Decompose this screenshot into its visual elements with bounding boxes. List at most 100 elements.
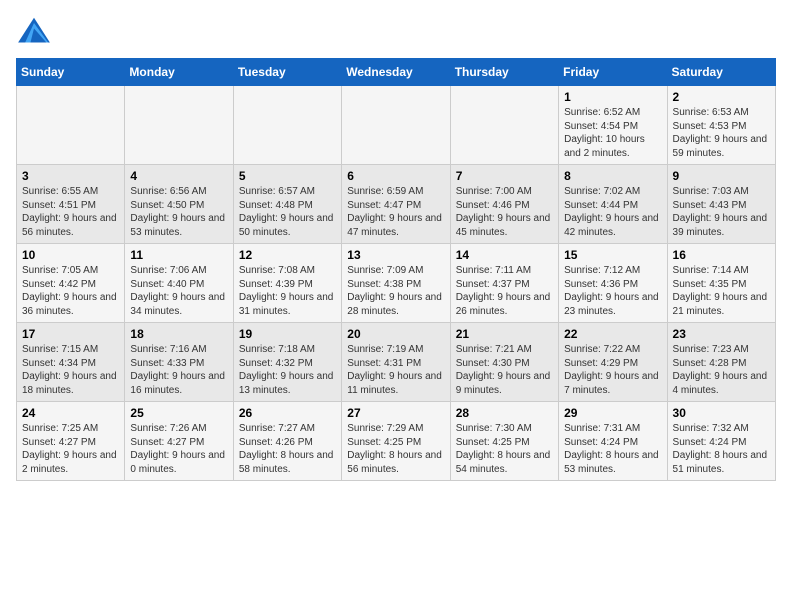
day-number: 16 [673, 248, 770, 262]
day-info: Sunrise: 7:11 AM Sunset: 4:37 PM Dayligh… [456, 264, 553, 318]
day-number: 21 [456, 327, 553, 341]
day-info: Sunrise: 7:09 AM Sunset: 4:38 PM Dayligh… [347, 264, 444, 318]
day-info: Sunrise: 6:56 AM Sunset: 4:50 PM Dayligh… [130, 185, 227, 239]
calendar-cell: 3 Sunrise: 6:55 AM Sunset: 4:51 PM Daylig… [17, 165, 125, 244]
day-number: 8 [564, 169, 661, 183]
day-number: 19 [239, 327, 336, 341]
day-info: Sunrise: 7:29 AM Sunset: 4:25 PM Dayligh… [347, 422, 444, 476]
day-number: 30 [673, 406, 770, 420]
calendar-cell: 26 Sunrise: 7:27 AM Sunset: 4:26 PM Dayli… [233, 402, 341, 481]
day-info: Sunrise: 7:23 AM Sunset: 4:28 PM Dayligh… [673, 343, 770, 397]
calendar-cell: 16Sunrise: 7:14 AM Sunset: 4:35 PM Dayli… [667, 244, 775, 323]
day-number: 23 [673, 327, 770, 341]
day-info: Sunrise: 6:53 AM Sunset: 4:53 PM Dayligh… [673, 106, 770, 160]
day-info: Sunrise: 7:21 AM Sunset: 4:30 PM Dayligh… [456, 343, 553, 397]
calendar-cell: 5 Sunrise: 6:57 AM Sunset: 4:48 PM Daylig… [233, 165, 341, 244]
calendar-cell: 18Sunrise: 7:16 AM Sunset: 4:33 PM Dayli… [125, 323, 233, 402]
day-info: Sunrise: 6:55 AM Sunset: 4:51 PM Dayligh… [22, 185, 119, 239]
calendar-cell: 20 Sunrise: 7:19 AM Sunset: 4:31 PM Dayli… [342, 323, 450, 402]
day-info: Sunrise: 7:32 AM Sunset: 4:24 PM Dayligh… [673, 422, 770, 476]
header-wednesday: Wednesday [342, 59, 450, 86]
calendar-cell: 13 Sunrise: 7:09 AM Sunset: 4:38 PM Dayli… [342, 244, 450, 323]
day-number: 10 [22, 248, 119, 262]
calendar-cell: 7 Sunrise: 7:00 AM Sunset: 4:46 PM Daylig… [450, 165, 558, 244]
calendar-cell: 21 Sunrise: 7:21 AM Sunset: 4:30 PM Dayli… [450, 323, 558, 402]
day-number: 27 [347, 406, 444, 420]
calendar-cell: 4 Sunrise: 6:56 AM Sunset: 4:50 PM Daylig… [125, 165, 233, 244]
calendar-cell: 12Sunrise: 7:08 AM Sunset: 4:39 PM Dayli… [233, 244, 341, 323]
calendar-cell: 28 Sunrise: 7:30 AM Sunset: 4:25 PM Dayli… [450, 402, 558, 481]
day-number: 18 [130, 327, 227, 341]
day-number: 5 [239, 169, 336, 183]
header-thursday: Thursday [450, 59, 558, 86]
logo [16, 16, 56, 46]
day-number: 20 [347, 327, 444, 341]
day-number: 15 [564, 248, 661, 262]
day-number: 3 [22, 169, 119, 183]
calendar-cell: 11Sunrise: 7:06 AM Sunset: 4:40 PM Dayli… [125, 244, 233, 323]
day-number: 29 [564, 406, 661, 420]
header-friday: Friday [559, 59, 667, 86]
day-info: Sunrise: 7:12 AM Sunset: 4:36 PM Dayligh… [564, 264, 661, 318]
calendar-week-4: 17 Sunrise: 7:15 AM Sunset: 4:34 PM Dayli… [17, 323, 776, 402]
day-number: 26 [239, 406, 336, 420]
day-info: Sunrise: 7:08 AM Sunset: 4:39 PM Dayligh… [239, 264, 336, 318]
day-info: Sunrise: 6:52 AM Sunset: 4:54 PM Dayligh… [564, 106, 661, 160]
calendar-cell: 19 Sunrise: 7:18 AM Sunset: 4:32 PM Dayli… [233, 323, 341, 402]
header-sunday: Sunday [17, 59, 125, 86]
calendar-cell [233, 86, 341, 165]
calendar-header-row: SundayMondayTuesdayWednesdayThursdayFrid… [17, 59, 776, 86]
calendar-table: SundayMondayTuesdayWednesdayThursdayFrid… [16, 58, 776, 481]
header-saturday: Saturday [667, 59, 775, 86]
day-info: Sunrise: 7:30 AM Sunset: 4:25 PM Dayligh… [456, 422, 553, 476]
day-number: 14 [456, 248, 553, 262]
day-info: Sunrise: 7:05 AM Sunset: 4:42 PM Dayligh… [22, 264, 119, 318]
calendar-cell: 10 Sunrise: 7:05 AM Sunset: 4:42 PM Dayli… [17, 244, 125, 323]
calendar-cell: 29 Sunrise: 7:31 AM Sunset: 4:24 PM Dayli… [559, 402, 667, 481]
day-info: Sunrise: 7:22 AM Sunset: 4:29 PM Dayligh… [564, 343, 661, 397]
day-number: 1 [564, 90, 661, 104]
calendar-cell: 6 Sunrise: 6:59 AM Sunset: 4:47 PM Daylig… [342, 165, 450, 244]
calendar-cell [125, 86, 233, 165]
calendar-cell: 1 Sunrise: 6:52 AM Sunset: 4:54 PM Daylig… [559, 86, 667, 165]
calendar-cell [17, 86, 125, 165]
day-number: 4 [130, 169, 227, 183]
day-number: 25 [130, 406, 227, 420]
calendar-cell: 9 Sunrise: 7:03 AM Sunset: 4:43 PM Daylig… [667, 165, 775, 244]
calendar-cell [342, 86, 450, 165]
day-info: Sunrise: 7:15 AM Sunset: 4:34 PM Dayligh… [22, 343, 119, 397]
calendar-cell: 25 Sunrise: 7:26 AM Sunset: 4:27 PM Dayli… [125, 402, 233, 481]
day-info: Sunrise: 7:02 AM Sunset: 4:44 PM Dayligh… [564, 185, 661, 239]
day-number: 11 [130, 248, 227, 262]
calendar-cell: 24 Sunrise: 7:25 AM Sunset: 4:27 PM Dayli… [17, 402, 125, 481]
header-tuesday: Tuesday [233, 59, 341, 86]
day-number: 28 [456, 406, 553, 420]
calendar-cell: 15 Sunrise: 7:12 AM Sunset: 4:36 PM Dayli… [559, 244, 667, 323]
calendar-cell: 2 Sunrise: 6:53 AM Sunset: 4:53 PM Daylig… [667, 86, 775, 165]
calendar-cell: 27 Sunrise: 7:29 AM Sunset: 4:25 PM Dayli… [342, 402, 450, 481]
day-info: Sunrise: 7:18 AM Sunset: 4:32 PM Dayligh… [239, 343, 336, 397]
day-number: 2 [673, 90, 770, 104]
day-info: Sunrise: 7:31 AM Sunset: 4:24 PM Dayligh… [564, 422, 661, 476]
calendar-week-1: 1 Sunrise: 6:52 AM Sunset: 4:54 PM Daylig… [17, 86, 776, 165]
calendar-cell [450, 86, 558, 165]
calendar-cell: 30 Sunrise: 7:32 AM Sunset: 4:24 PM Dayli… [667, 402, 775, 481]
day-number: 6 [347, 169, 444, 183]
day-number: 7 [456, 169, 553, 183]
day-number: 9 [673, 169, 770, 183]
day-info: Sunrise: 6:57 AM Sunset: 4:48 PM Dayligh… [239, 185, 336, 239]
day-number: 13 [347, 248, 444, 262]
logo-icon [16, 16, 52, 46]
header-monday: Monday [125, 59, 233, 86]
day-info: Sunrise: 6:59 AM Sunset: 4:47 PM Dayligh… [347, 185, 444, 239]
day-number: 22 [564, 327, 661, 341]
day-info: Sunrise: 7:26 AM Sunset: 4:27 PM Dayligh… [130, 422, 227, 476]
day-info: Sunrise: 7:25 AM Sunset: 4:27 PM Dayligh… [22, 422, 119, 476]
day-info: Sunrise: 7:27 AM Sunset: 4:26 PM Dayligh… [239, 422, 336, 476]
day-number: 17 [22, 327, 119, 341]
day-number: 24 [22, 406, 119, 420]
day-info: Sunrise: 7:03 AM Sunset: 4:43 PM Dayligh… [673, 185, 770, 239]
calendar-cell: 17 Sunrise: 7:15 AM Sunset: 4:34 PM Dayli… [17, 323, 125, 402]
day-info: Sunrise: 7:19 AM Sunset: 4:31 PM Dayligh… [347, 343, 444, 397]
day-info: Sunrise: 7:00 AM Sunset: 4:46 PM Dayligh… [456, 185, 553, 239]
